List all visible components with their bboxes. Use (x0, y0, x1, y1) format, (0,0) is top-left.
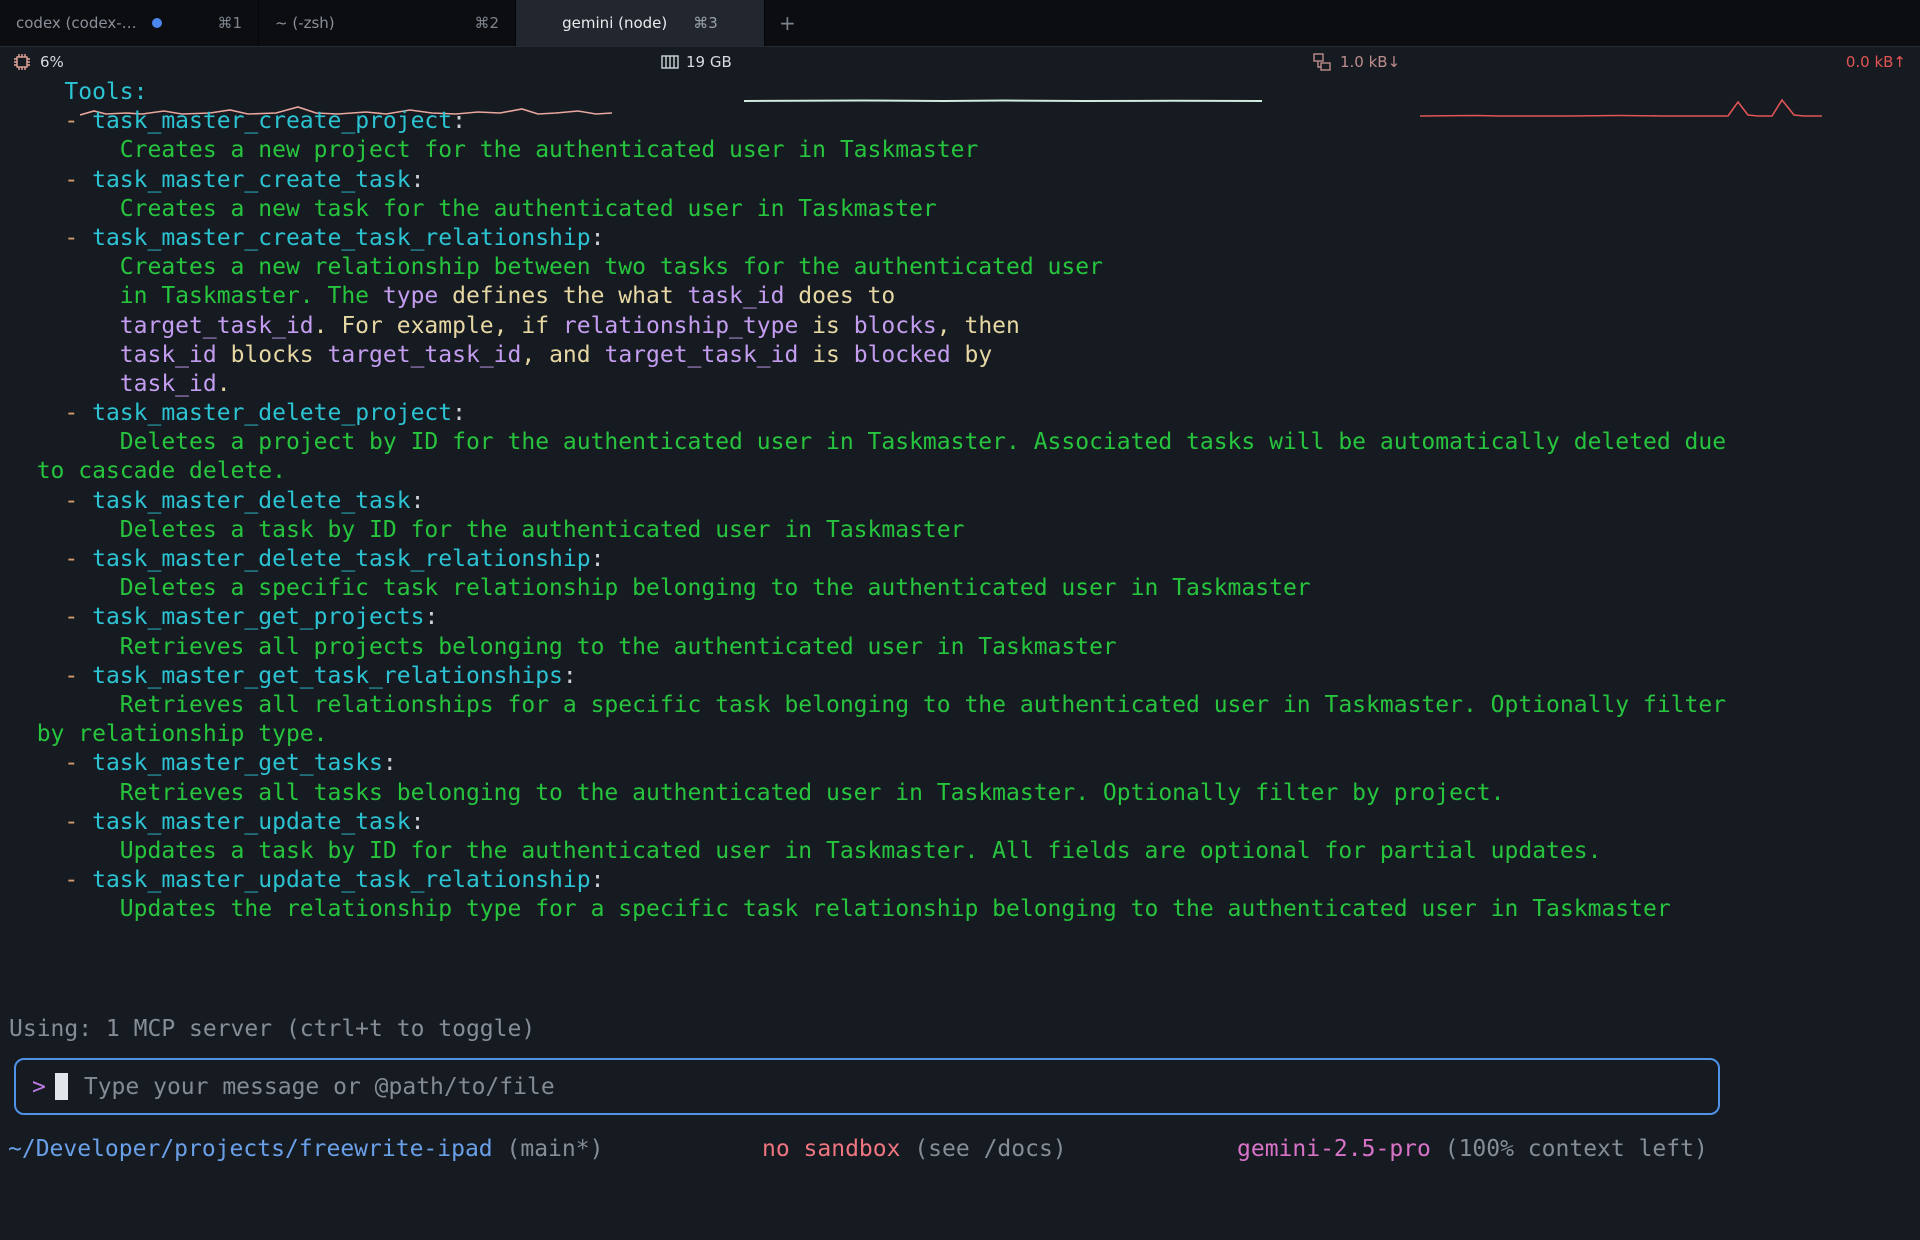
terminal-line: task_id. (9, 370, 1726, 399)
model-name: gemini-2.5-pro (1237, 1136, 1431, 1162)
tab-zsh-shortcut: ⌘2 (474, 14, 499, 32)
activity-dot-icon (152, 18, 162, 28)
terminal-line: by relationship type. (9, 720, 1726, 749)
text-cursor (55, 1073, 68, 1100)
terminal-line: to cascade delete. (9, 457, 1726, 486)
network-down-value: 1.0 kB↓ (1340, 46, 1400, 78)
terminal-line: - task_master_get_tasks: (9, 749, 1726, 778)
terminal-line: - task_master_create_task: (9, 166, 1726, 195)
terminal-line: task_id blocks target_task_id, and targe… (9, 341, 1726, 370)
tab-bar: codex (codex-aar... ⌘1 ~ (-zsh) ⌘2 gemin… (0, 0, 1920, 47)
new-tab-button[interactable]: + (765, 0, 810, 46)
terminal-line: Tools: (9, 78, 1726, 107)
sandbox-label: no sandbox (762, 1136, 900, 1162)
terminal-line: Updates the relationship type for a spec… (9, 895, 1726, 924)
network-up-value: 0.0 kB↑ (1846, 46, 1906, 78)
sandbox-status: no sandbox (see /docs) (762, 1136, 1067, 1162)
terminal-line: Deletes a project by ID for the authenti… (9, 428, 1726, 457)
terminal-line: - task_master_get_projects: (9, 603, 1726, 632)
cpu-chip-icon (12, 46, 32, 78)
sandbox-note: (see /docs) (900, 1136, 1066, 1162)
terminal-output: Tools: - task_master_create_project: Cre… (9, 78, 1726, 924)
terminal-line: Retrieves all relationships for a specif… (9, 691, 1726, 720)
terminal-line: - task_master_create_project: (9, 107, 1726, 136)
tab-gemini-title: gemini (node) (562, 14, 667, 32)
tab-codex-title: codex (codex-aar... (16, 14, 144, 32)
network-icon (1312, 46, 1332, 78)
tab-gemini[interactable]: gemini (node) ⌘3 (516, 0, 765, 46)
terminal-line: - task_master_delete_task_relationship: (9, 545, 1726, 574)
model-status: gemini-2.5-pro (100% context left) (1237, 1136, 1708, 1162)
tab-codex-shortcut: ⌘1 (217, 14, 242, 32)
terminal-line: Retrieves all tasks belonging to the aut… (9, 779, 1726, 808)
terminal-line: Deletes a specific task relationship bel… (9, 574, 1726, 603)
tab-codex[interactable]: codex (codex-aar... ⌘1 (0, 0, 259, 46)
terminal-line: - task_master_delete_project: (9, 399, 1726, 428)
tab-gemini-shortcut: ⌘3 (693, 14, 718, 32)
terminal-line: target_task_id. For example, if relation… (9, 312, 1726, 341)
tab-zsh-title: ~ (-zsh) (275, 14, 335, 32)
git-branch: (main*) (493, 1136, 604, 1162)
working-directory: ~/Developer/projects/freewrite-ipad (mai… (8, 1136, 603, 1162)
terminal-line: - task_master_create_task_relationship: (9, 224, 1726, 253)
tab-zsh[interactable]: ~ (-zsh) ⌘2 (259, 0, 516, 46)
stats-bar: 6% 19 GB 1.0 kB↓ 0.0 kB↑ (0, 46, 1920, 78)
terminal-line: Retrieves all projects belonging to the … (9, 633, 1726, 662)
terminal-line: Creates a new project for the authentica… (9, 136, 1726, 165)
cpu-usage-value: 6% (40, 46, 64, 78)
memory-icon (660, 46, 680, 78)
terminal-line: Creates a new task for the authenticated… (9, 195, 1726, 224)
input-placeholder: Type your message or @path/to/file (84, 1074, 555, 1100)
terminal-line: - task_master_delete_task: (9, 487, 1726, 516)
terminal-line: Deletes a task by ID for the authenticat… (9, 516, 1726, 545)
terminal-line: - task_master_get_task_relationships: (9, 662, 1726, 691)
footer-status-bar: ~/Developer/projects/freewrite-ipad (mai… (0, 1136, 1920, 1166)
terminal-line: - task_master_update_task_relationship: (9, 866, 1726, 895)
prompt-symbol: > (32, 1074, 46, 1100)
message-input[interactable]: > Type your message or @path/to/file (14, 1058, 1720, 1115)
terminal-line: - task_master_update_task: (9, 808, 1726, 837)
terminal-line: Creates a new relationship between two t… (9, 253, 1726, 282)
mcp-status-line: Using: 1 MCP server (ctrl+t to toggle) (9, 1016, 535, 1042)
cwd-path: ~/Developer/projects/freewrite-ipad (8, 1136, 493, 1162)
context-left: (100% context left) (1431, 1136, 1708, 1162)
terminal-line: Updates a task by ID for the authenticat… (9, 837, 1726, 866)
terminal-line: in Taskmaster. The type defines the what… (9, 282, 1726, 311)
memory-usage-value: 19 GB (686, 46, 732, 78)
